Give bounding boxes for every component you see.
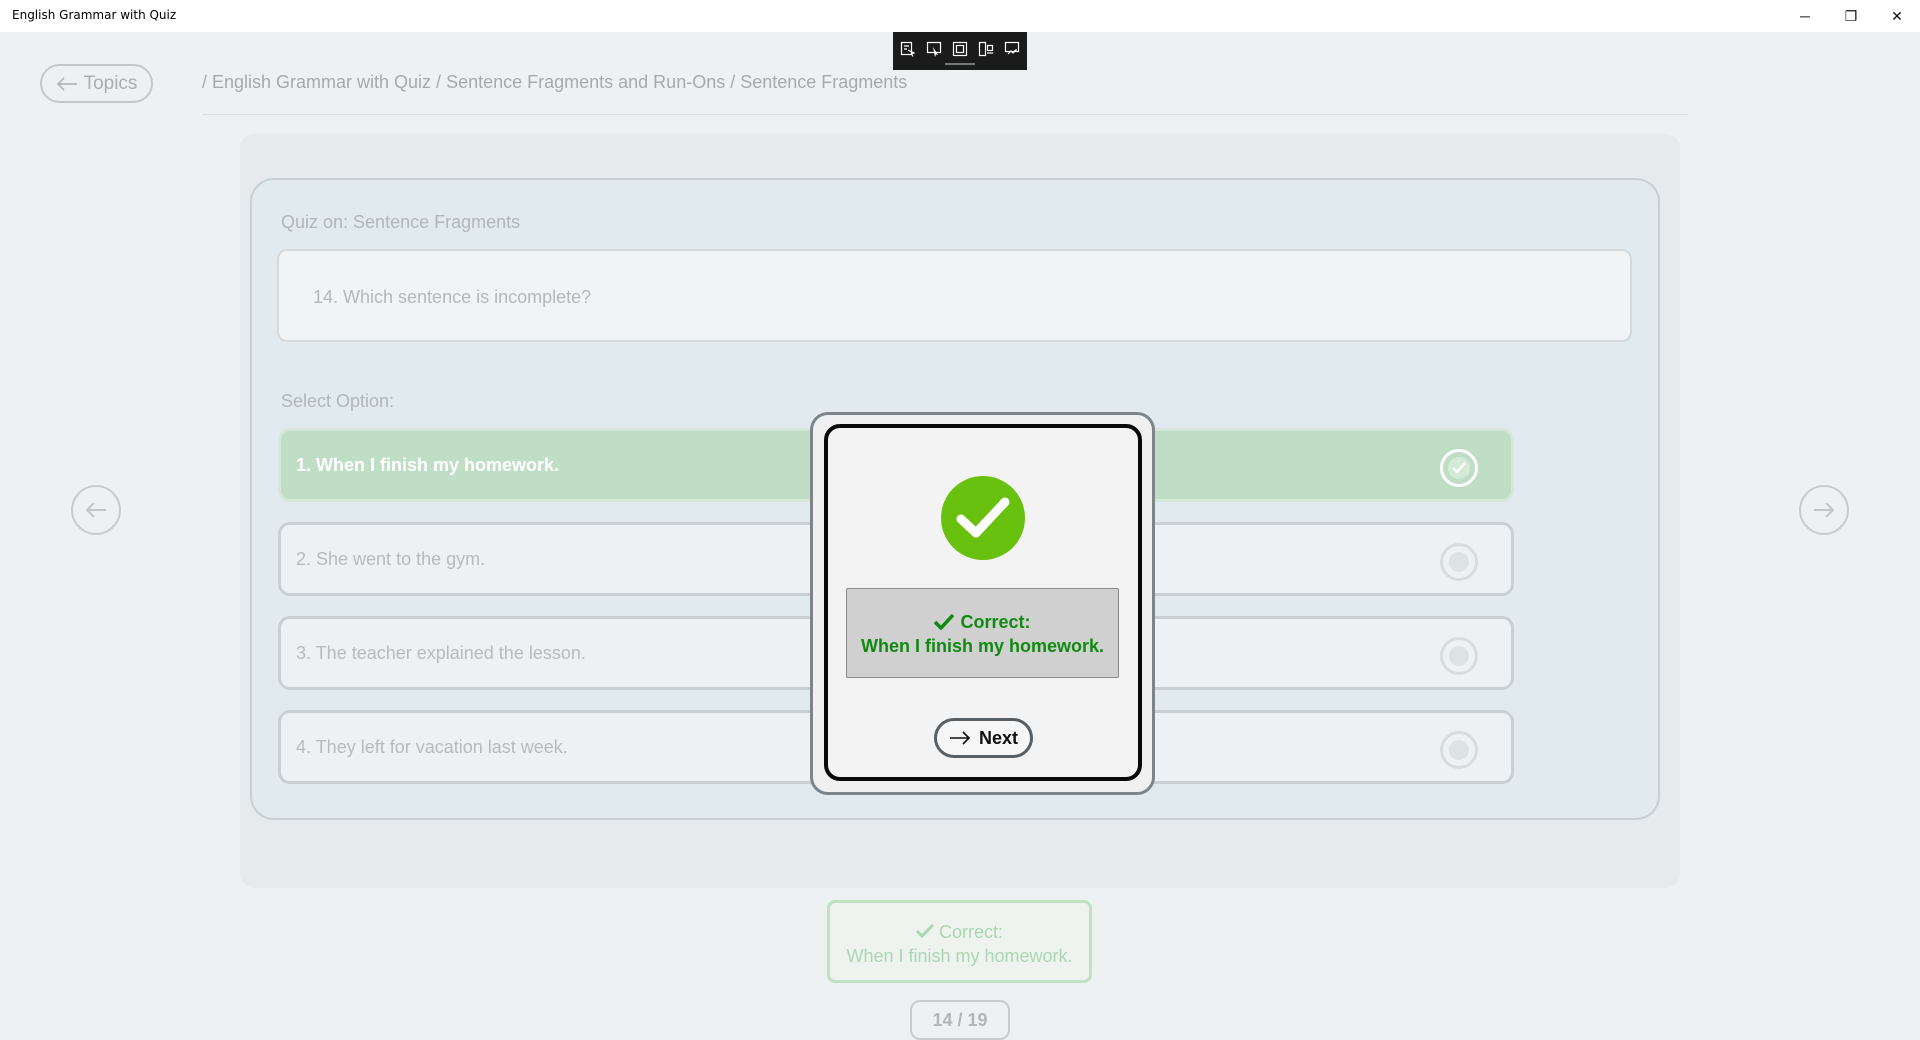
arrow-left-icon xyxy=(85,502,106,518)
answer-feedback: Correct: When I finish my homework. xyxy=(827,900,1092,983)
radio-button[interactable] xyxy=(1440,637,1478,675)
arrow-right-icon xyxy=(1814,502,1835,518)
feedback-status-row: Correct: xyxy=(830,920,1089,944)
arrow-right-icon xyxy=(949,731,971,745)
dialog-status-row: Correct: xyxy=(847,610,1118,634)
close-button[interactable]: ✕ xyxy=(1874,0,1920,32)
title-bar: English Grammar with Quiz ─ ❐ ✕ xyxy=(0,0,1920,32)
option-label: 1. When I finish my homework. xyxy=(296,455,560,475)
radio-button[interactable] xyxy=(1440,543,1478,581)
pointer-icon[interactable] xyxy=(924,39,944,59)
maximize-button[interactable]: ❐ xyxy=(1828,0,1874,32)
next-label: Next xyxy=(978,727,1018,748)
option-label: 2. She went to the gym. xyxy=(296,549,486,569)
select-element-icon[interactable] xyxy=(898,39,918,59)
layout-adorner-icon[interactable] xyxy=(976,39,996,59)
question-text: 14. Which sentence is incomplete? xyxy=(313,287,592,307)
back-to-topics-button[interactable]: Topics xyxy=(40,64,153,103)
radio-button[interactable] xyxy=(1440,449,1478,487)
back-to-topics-label: Topics xyxy=(83,72,138,94)
dialog-answer: When I finish my homework. xyxy=(860,636,1105,656)
app-title: English Grammar with Quiz xyxy=(12,8,177,22)
radio-button[interactable] xyxy=(1440,731,1478,769)
toolbar-drag-handle[interactable] xyxy=(945,63,975,65)
dialog-status: Correct: xyxy=(960,612,1031,632)
frame-icon[interactable] xyxy=(950,39,970,59)
divider xyxy=(202,114,1688,115)
feedback-status: Correct: xyxy=(939,922,1004,942)
success-check-icon xyxy=(941,476,1025,560)
previous-question-button[interactable] xyxy=(71,485,121,535)
arrow-left-icon xyxy=(56,76,77,91)
next-question-button[interactable] xyxy=(1799,485,1849,535)
minimize-button[interactable]: ─ xyxy=(1782,0,1828,32)
dialog-result-box: Correct: When I finish my homework. xyxy=(846,588,1119,678)
question-counter: 14 / 19 xyxy=(910,1000,1010,1040)
select-option-label: Select Option: xyxy=(281,391,395,411)
option-label: 4. They left for vacation last week. xyxy=(296,737,568,757)
quiz-heading: Quiz on: Sentence Fragments xyxy=(281,212,521,232)
feedback-answer: When I finish my homework. xyxy=(846,946,1073,966)
check-icon xyxy=(915,923,935,939)
next-button[interactable]: Next xyxy=(934,718,1033,758)
option-label: 3. The teacher explained the lesson. xyxy=(296,643,586,663)
track-focus-icon[interactable] xyxy=(1002,39,1022,59)
check-icon xyxy=(934,614,955,630)
breadcrumb: / English Grammar with Quiz / Sentence F… xyxy=(202,72,908,92)
question-box: 14. Which sentence is incomplete? xyxy=(277,249,1632,342)
check-icon xyxy=(1452,462,1466,474)
xaml-debug-toolbar xyxy=(893,32,1027,70)
